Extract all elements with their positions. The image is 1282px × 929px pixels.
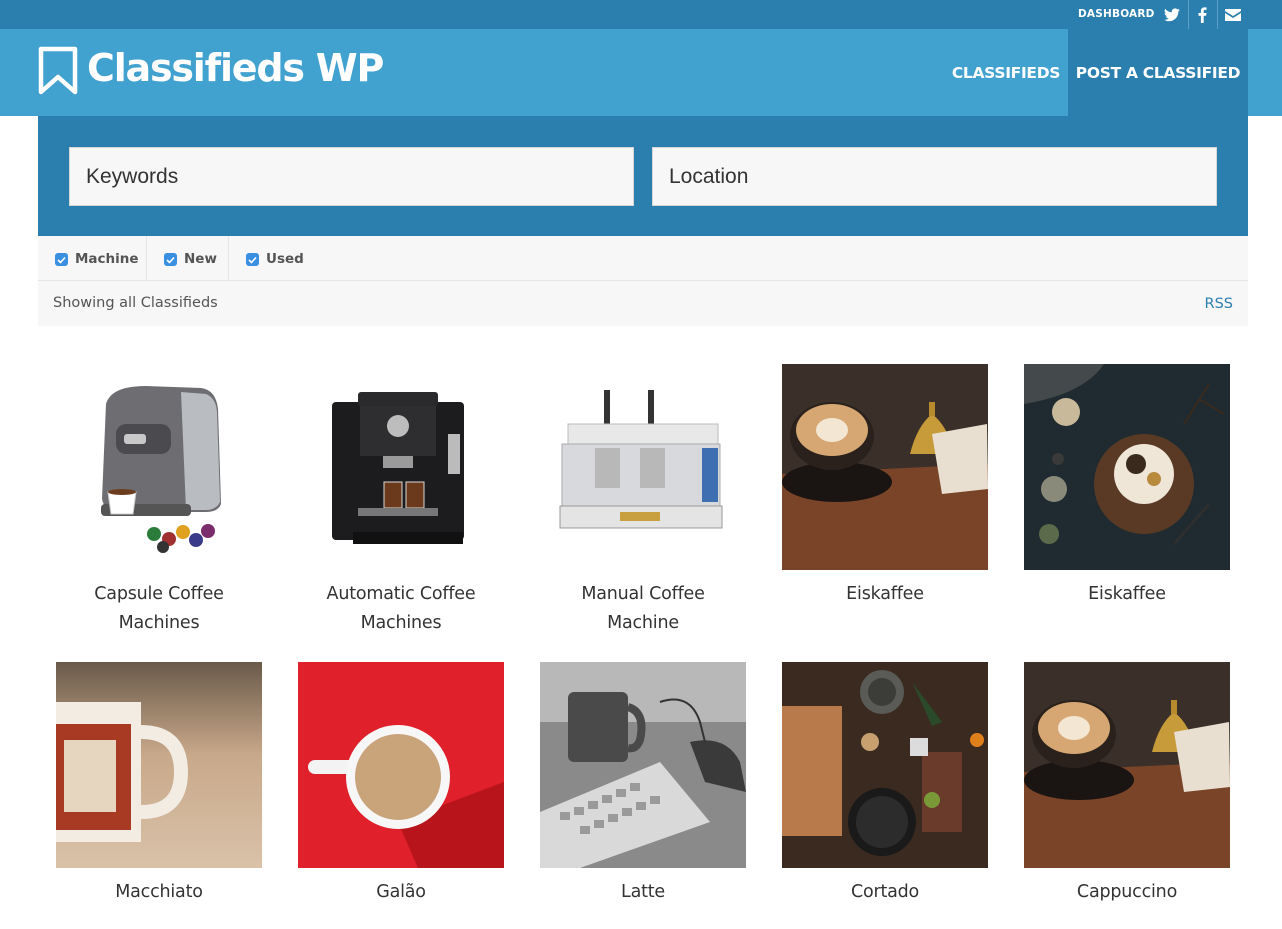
- checkbox-checked-icon[interactable]: [164, 253, 177, 266]
- filter-label: Machine: [75, 250, 139, 267]
- listing-card[interactable]: Macchiato: [56, 662, 262, 907]
- results-status-row: Showing all Classifieds RSS: [38, 281, 1248, 326]
- filter-label: Used: [266, 250, 304, 267]
- listing-title[interactable]: Cappuccino: [1024, 878, 1230, 907]
- listing-card[interactable]: Eiskaffee: [1024, 364, 1230, 609]
- email-icon[interactable]: [1223, 5, 1243, 25]
- listing-title[interactable]: Eiskaffee: [782, 580, 988, 609]
- listing-image-manual-machine[interactable]: [540, 364, 746, 570]
- listing-title[interactable]: Automatic Coffee Machines: [298, 580, 504, 638]
- filter-new[interactable]: New: [164, 236, 217, 281]
- filter-bar: Machine New Used: [38, 236, 1248, 281]
- checkbox-checked-icon[interactable]: [246, 253, 259, 266]
- listing-image-capsule-machine[interactable]: [56, 364, 262, 570]
- listing-image-latte-art-bell[interactable]: [1024, 662, 1230, 868]
- checkbox-checked-icon[interactable]: [55, 253, 68, 266]
- results-count-text: Showing all Classifieds: [53, 295, 218, 311]
- twitter-icon[interactable]: [1162, 5, 1182, 25]
- filter-machine[interactable]: Machine: [55, 236, 139, 281]
- listing-image-latte-art-bell[interactable]: [782, 364, 988, 570]
- listing-image-mug[interactable]: [56, 662, 262, 868]
- search-panel: [38, 116, 1248, 236]
- listing-title[interactable]: Manual Coffee Machine: [540, 580, 746, 638]
- nav-classifieds[interactable]: CLASSIFIEDS: [944, 29, 1068, 116]
- listing-card[interactable]: Eiskaffee: [782, 364, 988, 609]
- listing-image-automatic-machine[interactable]: [298, 364, 504, 570]
- listing-card[interactable]: Automatic Coffee Machines: [298, 364, 504, 638]
- nav-post-a-classified[interactable]: POST A CLASSIFIED: [1068, 29, 1248, 116]
- listing-card[interactable]: Manual Coffee Machine: [540, 364, 746, 638]
- listing-image-keyboard-mug[interactable]: [540, 662, 746, 868]
- bookmark-logo-icon[interactable]: [38, 46, 78, 100]
- listing-image-red-cup[interactable]: [298, 662, 504, 868]
- listing-card[interactable]: Galão: [298, 662, 504, 907]
- site-title[interactable]: Classifieds WP: [87, 46, 384, 90]
- site-header: Classifieds WP CLASSIFIEDS POST A CLASSI…: [0, 29, 1282, 116]
- top-utility-bar: DASHBOARD: [0, 0, 1282, 29]
- rss-link[interactable]: RSS: [1205, 296, 1233, 312]
- listing-title[interactable]: Galão: [298, 878, 504, 907]
- dashboard-link[interactable]: DASHBOARD: [1078, 8, 1155, 20]
- filter-label: New: [184, 250, 217, 267]
- listing-title[interactable]: Latte: [540, 878, 746, 907]
- facebook-icon[interactable]: [1192, 5, 1212, 25]
- listing-card[interactable]: Cortado: [782, 662, 988, 907]
- keywords-input[interactable]: [69, 147, 634, 206]
- filter-used[interactable]: Used: [246, 236, 304, 281]
- listing-title[interactable]: Capsule Coffee Machines: [56, 580, 262, 638]
- location-input[interactable]: [652, 147, 1217, 206]
- listing-title[interactable]: Macchiato: [56, 878, 262, 907]
- listing-title[interactable]: Cortado: [782, 878, 988, 907]
- listing-card[interactable]: Latte: [540, 662, 746, 907]
- listing-card[interactable]: Cappuccino: [1024, 662, 1230, 907]
- listing-card[interactable]: Capsule Coffee Machines: [56, 364, 262, 638]
- listing-image-kitchen-table[interactable]: [782, 662, 988, 868]
- listing-title[interactable]: Eiskaffee: [1024, 580, 1230, 609]
- listing-image-dessert-table[interactable]: [1024, 364, 1230, 570]
